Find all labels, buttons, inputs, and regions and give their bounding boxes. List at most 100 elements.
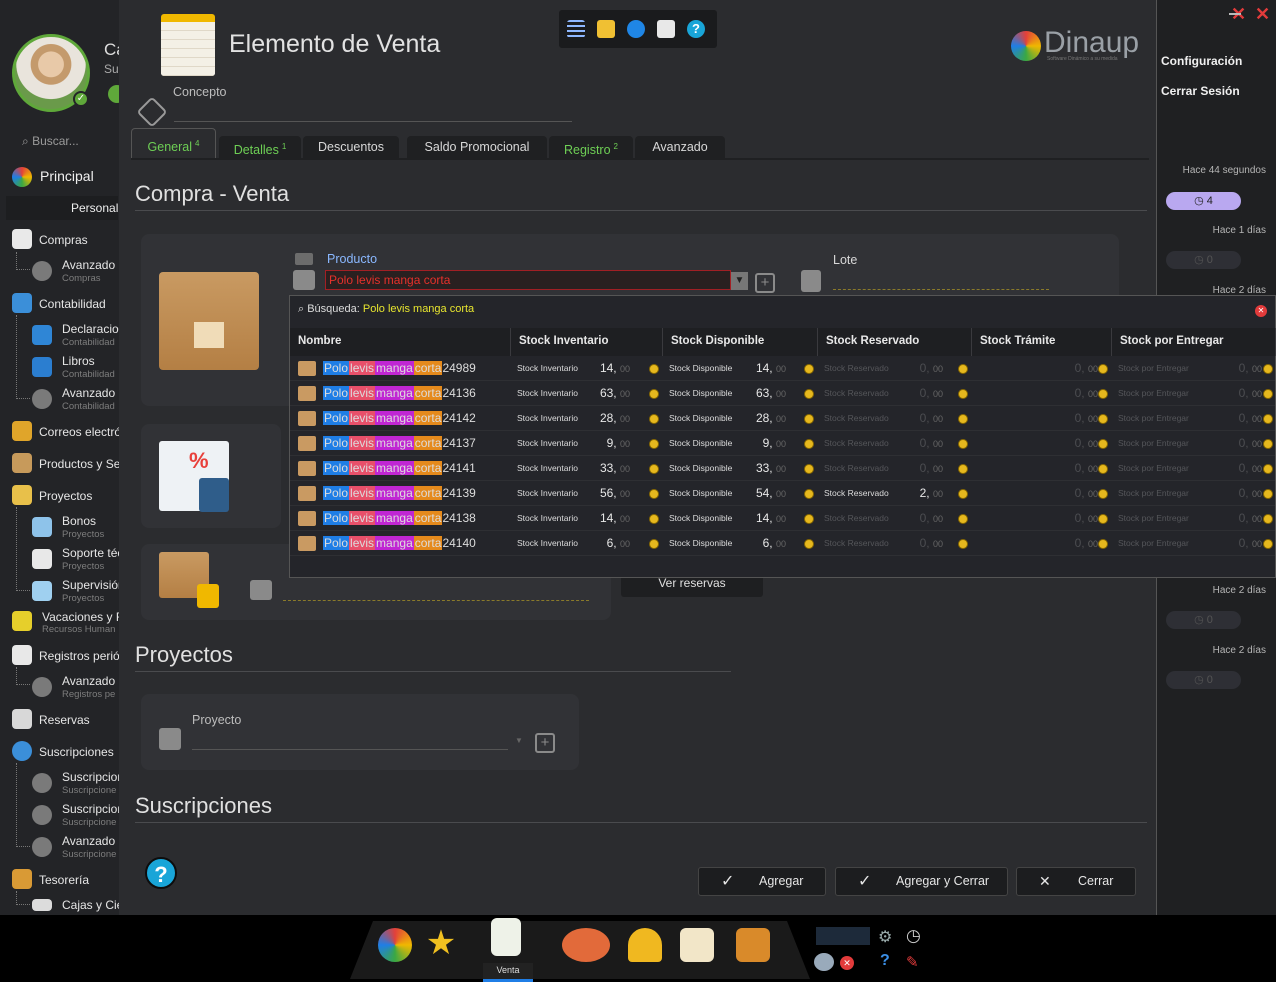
sidebar-item-registros[interactable]: Registros perió xyxy=(39,649,120,663)
dinaup-start-icon[interactable] xyxy=(378,928,412,962)
tab-general[interactable]: General 4 xyxy=(131,128,216,158)
cerrar-button[interactable]: ✕ Cerrar xyxy=(1016,867,1136,896)
sidebar-sub-suscripcion-2[interactable]: Suscripcion Suscripcione xyxy=(62,802,120,828)
tab-registro[interactable]: Registro 2 xyxy=(549,136,633,158)
column-header[interactable]: Stock Disponible xyxy=(663,328,818,356)
add-proyecto-button[interactable]: + xyxy=(535,733,555,753)
tab-detalles[interactable]: Detalles 1 xyxy=(219,136,301,158)
sidebar-sub-suscripcion-1[interactable]: Suscripcion Suscripcione xyxy=(62,770,120,796)
sidebar-personal[interactable]: Personal xyxy=(71,201,118,215)
sidebar-principal[interactable]: Principal xyxy=(40,168,94,184)
sidebar-sub-supervision[interactable]: Supervisión Proyectos xyxy=(62,578,120,604)
sidebar-item-correos[interactable]: Correos electró xyxy=(39,425,120,439)
sidebar-sub-declaracion[interactable]: Declaracion Contabilidad xyxy=(62,322,120,348)
wallet-icon[interactable] xyxy=(736,928,770,962)
agregar-cerrar-button[interactable]: ✓ Agregar y Cerrar xyxy=(835,867,1008,896)
concept-input[interactable] xyxy=(174,121,572,122)
column-header[interactable]: Stock por Entregar xyxy=(1112,328,1276,356)
stock-value: 0, 00 xyxy=(1074,486,1098,500)
sidebar-item-compras[interactable]: Compras xyxy=(39,233,88,247)
cloud-icon[interactable] xyxy=(814,953,834,971)
product-box-icon xyxy=(298,361,316,376)
venta-app-icon[interactable] xyxy=(491,918,521,956)
help-button[interactable]: ? xyxy=(145,857,177,889)
tab-saldo-promocional[interactable]: Saldo Promocional xyxy=(407,136,547,158)
gear-icon[interactable]: ⚙ xyxy=(878,927,892,947)
reserva-input[interactable] xyxy=(283,600,589,601)
sidebar-item-tesoreria[interactable]: Tesorería xyxy=(39,873,89,887)
question-icon[interactable]: ? xyxy=(880,952,890,970)
user-avatar[interactable]: ✓ xyxy=(12,34,90,112)
sidebar-item-proyectos[interactable]: Proyectos xyxy=(39,489,92,503)
result-row[interactable]: Polo levis manga corta24141 Stock Inventario… xyxy=(290,456,1275,481)
result-row[interactable]: Polo levis manga corta24140 Stock Inventario… xyxy=(290,531,1275,556)
sidebar-sub-avanzado-registros[interactable]: Avanzado Registros pe xyxy=(62,674,115,700)
cell-label: Stock por Entregar xyxy=(1118,463,1189,473)
producto-input[interactable]: Polo levis manga corta xyxy=(325,270,731,290)
column-header[interactable]: Stock Inventario xyxy=(511,328,663,356)
tab-descuentos[interactable]: Descuentos xyxy=(303,136,399,158)
sidebar-item-reservas[interactable]: Reservas xyxy=(39,713,90,727)
error-icon[interactable]: ✕ xyxy=(840,956,854,970)
notif-count[interactable]: ◷ 0 xyxy=(1166,611,1241,629)
result-row[interactable]: Polo levis manga corta24138 Stock Inventario… xyxy=(290,506,1275,531)
result-row[interactable]: Polo levis manga corta24142 Stock Inventario… xyxy=(290,406,1275,431)
lote-input[interactable] xyxy=(833,289,1049,290)
notes-icon[interactable] xyxy=(680,928,714,962)
agregar-button[interactable]: ✓ Agregar xyxy=(698,867,826,896)
list-icon[interactable] xyxy=(567,20,585,38)
sidebar-item-contabilidad[interactable]: Contabilidad xyxy=(39,297,106,311)
pin-icon[interactable]: ✎ xyxy=(906,953,919,971)
help-icon[interactable]: ? xyxy=(687,20,705,38)
app-close-icon[interactable]: ✕ xyxy=(1255,4,1270,25)
sidebar-sub-soporte[interactable]: Soporte téc Proyectos xyxy=(62,546,120,572)
bell-icon[interactable] xyxy=(628,928,662,962)
sidebar-sub-avanzado-suscripciones[interactable]: Avanzado Suscripcione xyxy=(62,834,116,860)
column-header[interactable]: Stock Reservado xyxy=(818,328,972,356)
chart-mini-icon[interactable] xyxy=(816,927,870,945)
column-header[interactable]: Nombre xyxy=(290,328,511,356)
star-icon[interactable]: ★ xyxy=(424,926,458,962)
notif-count[interactable]: ◷ 0 xyxy=(1166,251,1241,269)
logout-link[interactable]: Cerrar Sesión xyxy=(1161,84,1240,98)
tab-avanzado[interactable]: Avanzado xyxy=(635,136,725,158)
stock-value: 0, 00 xyxy=(919,361,943,375)
sidebar-sub-libros[interactable]: Libros Contabilidad xyxy=(62,354,115,380)
stock-value: 0, 00 xyxy=(919,386,943,400)
concept-label: Concepto xyxy=(173,85,227,99)
column-header[interactable]: Stock Trámite xyxy=(972,328,1112,356)
sidebar-item-vacaciones[interactable]: Vacaciones y FeRecursos Human xyxy=(42,610,120,635)
sidebar-item-suscripciones[interactable]: Suscripciones xyxy=(39,745,114,759)
sidebar-sub-avanzado-contabilidad[interactable]: Avanzado Contabilidad xyxy=(62,386,115,412)
notif-count[interactable]: ◷ 4 xyxy=(1166,192,1241,210)
config-link[interactable]: Configuración xyxy=(1161,54,1242,68)
coin-icon xyxy=(1263,364,1273,374)
taskbar-venta-label[interactable]: Venta xyxy=(483,963,533,982)
sidebar-sub-avanzado-compras[interactable]: Avanzado Compras xyxy=(62,258,115,284)
proyecto-dropdown-icon[interactable]: ▼ xyxy=(515,736,523,745)
clipboard-icon[interactable] xyxy=(657,20,675,38)
dropdown-arrow-icon[interactable]: ▼ xyxy=(731,272,748,290)
cell-label: Stock Disponible xyxy=(669,538,733,548)
result-row[interactable]: Polo levis manga corta24136 Stock Inventario… xyxy=(290,381,1275,406)
result-row[interactable]: Polo levis manga corta24989 Stock Inventario… xyxy=(290,356,1275,381)
folder-icon[interactable] xyxy=(597,20,615,38)
sidebar-sub-cajas[interactable]: Cajas y Cier xyxy=(62,898,120,912)
result-row[interactable]: Polo levis manga corta24139 Stock Inventario… xyxy=(290,481,1275,506)
history-icon[interactable]: ◷ xyxy=(906,926,921,946)
result-row[interactable]: Polo levis manga corta24137 Stock Inventario… xyxy=(290,431,1275,456)
minimize-button[interactable] xyxy=(1229,13,1241,15)
notif-count[interactable]: ◷ 0 xyxy=(1166,671,1241,689)
add-product-button[interactable]: + xyxy=(755,273,775,293)
user-name: Ca xyxy=(104,40,120,59)
clear-field-icon[interactable] xyxy=(295,253,313,265)
chat-bubbles-icon[interactable] xyxy=(562,928,610,962)
sidebar-item-productos[interactable]: Productos y Ser xyxy=(39,457,120,471)
dropdown-close-icon[interactable]: ✕ xyxy=(1255,305,1267,317)
chat-icon[interactable] xyxy=(627,20,645,38)
section-suscripciones: Suscripciones xyxy=(135,793,272,818)
sidebar-search[interactable]: ⌕ Buscar... xyxy=(22,134,79,149)
money-bag-icon xyxy=(12,869,32,889)
sidebar-sub-bonos[interactable]: Bonos Proyectos xyxy=(62,514,104,540)
proyecto-input[interactable] xyxy=(192,749,508,750)
